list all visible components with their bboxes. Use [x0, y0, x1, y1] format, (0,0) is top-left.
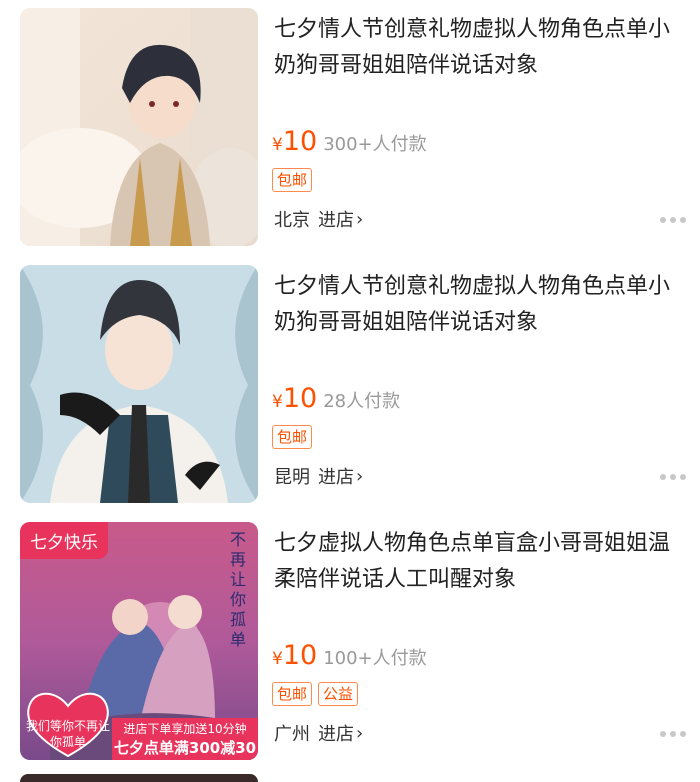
chevron-right-icon: ›: [356, 208, 364, 230]
price-row: ¥ 10 300+人付款: [272, 126, 427, 160]
shop-city: 北京: [274, 210, 310, 231]
more-options-icon[interactable]: [660, 216, 686, 224]
shop-city: 昆明: [274, 467, 310, 488]
more-options-icon[interactable]: [660, 473, 686, 481]
vertical-slogan: 不再让你孤单: [230, 530, 247, 649]
price-row: ¥ 10 28人付款: [272, 383, 400, 417]
tag-charity: 公益: [318, 682, 359, 706]
product-title[interactable]: 七夕情人节创意礼物虚拟人物角色点单小奶狗哥哥姐姐陪伴说话对象: [274, 12, 684, 84]
enter-shop-label[interactable]: 进店: [318, 720, 354, 746]
enter-shop-label[interactable]: 进店: [318, 206, 354, 232]
price-currency: ¥: [272, 135, 283, 155]
price-value: 10: [282, 640, 318, 671]
next-product-image-edge: [20, 774, 258, 782]
price-currency: ¥: [272, 649, 283, 669]
tag-list: 包邮 公益: [272, 682, 359, 706]
anime-man-gloves-portrait-image: [20, 265, 258, 503]
product-title[interactable]: 七夕虚拟人物角色点单盲盒小哥哥姐姐温柔陪伴说话人工叫醒对象: [274, 526, 684, 598]
sold-count: 300+人付款: [323, 134, 427, 155]
product-image-3[interactable]: 七夕快乐 不再让你孤单 我们等你不再让你孤单 进店下单享加送10分钟 七夕点单满…: [20, 522, 258, 760]
product-card-3[interactable]: 七夕快乐 不再让你孤单 我们等你不再让你孤单 进店下单享加送10分钟 七夕点单满…: [0, 514, 700, 770]
price-row: ¥ 10 100+人付款: [272, 640, 427, 674]
product-image-2[interactable]: [20, 265, 258, 503]
product-card-2[interactable]: 七夕情人节创意礼物虚拟人物角色点单小奶狗哥哥姐姐陪伴说话对象 ¥ 10 28人付…: [0, 257, 700, 513]
chevron-right-icon: ›: [356, 722, 364, 744]
shop-link[interactable]: 北京 进店 ›: [274, 206, 363, 232]
heart-caption: 我们等你不再让你孤单: [26, 719, 111, 749]
shop-city: 广州: [274, 724, 310, 745]
festival-badge: 七夕快乐: [20, 522, 108, 559]
shop-link[interactable]: 广州 进店 ›: [274, 720, 363, 746]
tag-free-shipping: 包邮: [272, 168, 313, 192]
chevron-right-icon: ›: [356, 465, 364, 487]
price-currency: ¥: [272, 392, 283, 412]
promo-line-2: 七夕点单满300减30: [113, 739, 257, 757]
tag-free-shipping: 包邮: [272, 682, 313, 706]
promo-banner: 进店下单享加送10分钟 七夕点单满300减30: [112, 718, 258, 760]
price-value: 10: [282, 383, 318, 414]
price-value: 10: [282, 126, 318, 157]
enter-shop-label[interactable]: 进店: [318, 463, 354, 489]
sold-count: 100+人付款: [323, 648, 427, 669]
tag-list: 包邮: [272, 425, 313, 449]
sold-count: 28人付款: [323, 391, 401, 412]
product-title[interactable]: 七夕情人节创意礼物虚拟人物角色点单小奶狗哥哥姐姐陪伴说话对象: [274, 269, 684, 341]
tag-free-shipping: 包邮: [272, 425, 313, 449]
more-options-icon[interactable]: [660, 730, 686, 738]
tag-list: 包邮: [272, 168, 313, 192]
product-card-1[interactable]: 七夕情人节创意礼物虚拟人物角色点单小奶狗哥哥姐姐陪伴说话对象 ¥ 10 300+…: [0, 0, 700, 256]
product-image-1[interactable]: [20, 8, 258, 246]
shop-link[interactable]: 昆明 进店 ›: [274, 463, 363, 489]
anime-boy-portrait-image: [20, 8, 258, 246]
promo-line-1: 进店下单享加送10分钟: [123, 722, 247, 736]
